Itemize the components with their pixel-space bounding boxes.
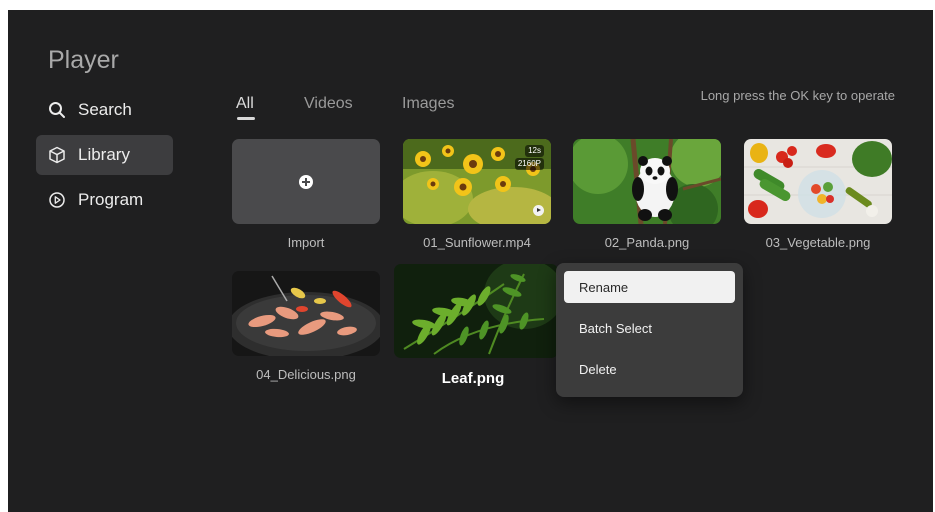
menu-item-delete[interactable]: Delete <box>564 353 735 385</box>
resolution-badge: 2160P <box>514 158 544 170</box>
menu-item-rename[interactable]: Rename <box>564 271 735 303</box>
menu-item-batch-select[interactable]: Batch Select <box>564 312 735 344</box>
media-thumbnail-sunflower[interactable]: 12s 2160P <box>403 139 551 224</box>
tab-all[interactable]: All <box>236 95 254 113</box>
player-screen: Player Search Library Program All Videos… <box>8 10 933 512</box>
grid-item-caption: 03_Vegetable.png <box>765 235 871 250</box>
media-thumbnail-vegetable[interactable] <box>744 139 892 224</box>
vegetable-image <box>744 139 892 224</box>
grid-item-caption: 04_Delicious.png <box>256 367 356 382</box>
menu-item-label: Delete <box>579 361 617 377</box>
add-icon <box>299 174 313 189</box>
media-thumbnail-panda[interactable] <box>573 139 721 224</box>
delicious-image <box>232 271 380 356</box>
context-menu: Rename Batch Select Delete <box>556 263 743 397</box>
import-tile[interactable] <box>232 139 380 224</box>
operation-hint: Long press the OK key to operate <box>700 88 895 103</box>
grid-item-caption-focused: Leaf.png <box>441 370 505 387</box>
sidebar-item-label: Program <box>78 190 144 209</box>
grid-item-caption: 01_Sunflower.mp4 <box>423 235 531 250</box>
sidebar-item-search[interactable]: Search <box>36 90 173 130</box>
duration-badge: 12s <box>525 145 544 157</box>
tab-videos[interactable]: Videos <box>304 95 353 113</box>
media-thumbnail-leaf[interactable] <box>394 264 558 358</box>
leaf-image <box>394 264 558 358</box>
play-icon <box>533 205 544 216</box>
sidebar-item-label: Search <box>78 100 132 119</box>
grid-item-caption: Import <box>287 235 325 250</box>
sidebar-item-program[interactable]: Program <box>36 180 173 220</box>
menu-item-label: Batch Select <box>579 320 652 336</box>
app-title: Player <box>48 46 119 74</box>
search-icon <box>48 101 76 119</box>
tab-images[interactable]: Images <box>402 95 454 113</box>
sidebar-item-label: Library <box>78 145 130 164</box>
panda-image <box>573 139 721 224</box>
grid-item-caption: 02_Panda.png <box>604 235 690 250</box>
media-thumbnail-delicious[interactable] <box>232 271 380 356</box>
tab-indicator <box>237 117 255 120</box>
sidebar-item-library[interactable]: Library <box>36 135 173 175</box>
play-circle-icon <box>48 191 76 209</box>
cube-icon <box>48 146 76 164</box>
menu-item-label: Rename <box>579 279 629 295</box>
